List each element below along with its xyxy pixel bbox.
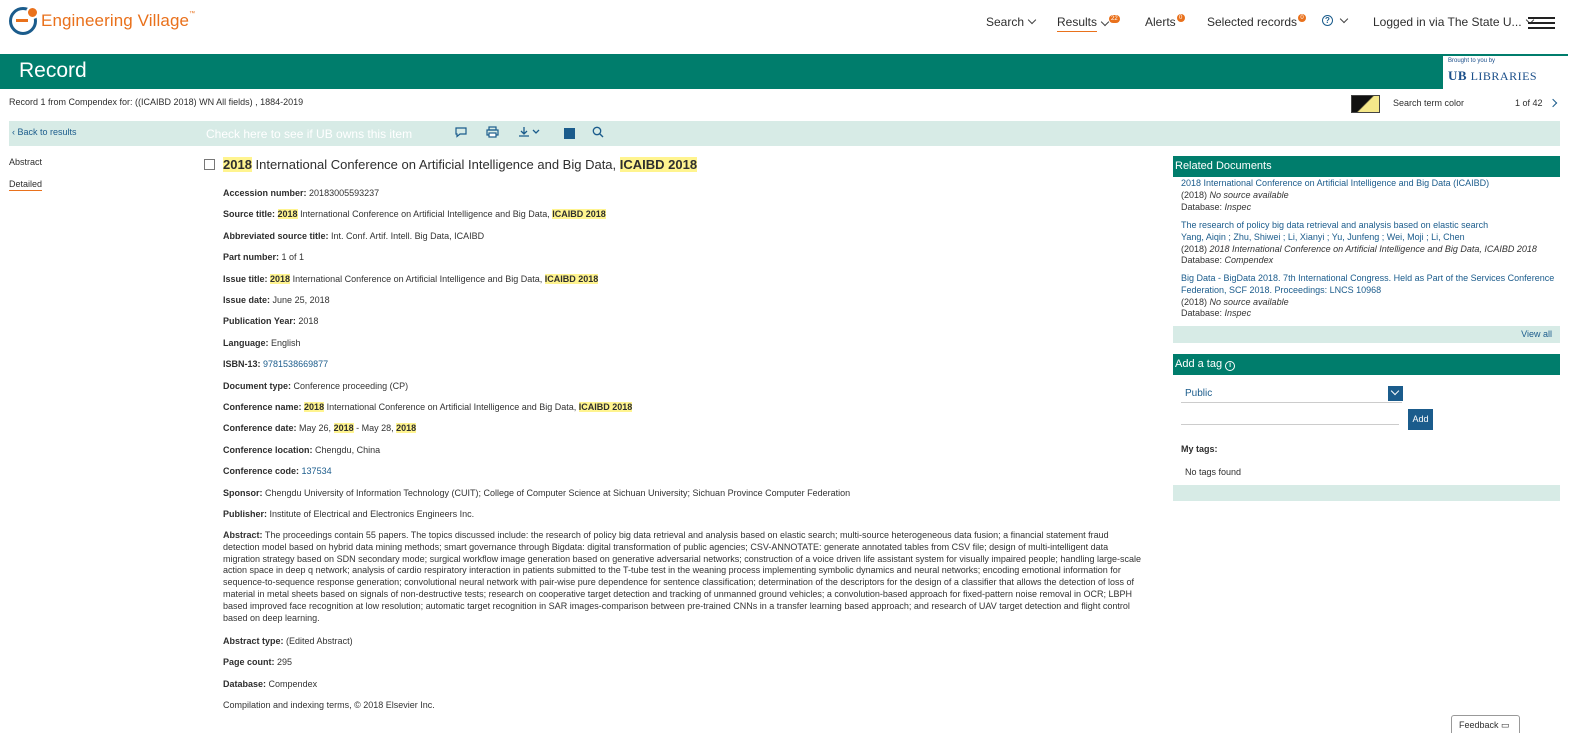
library-brought-text: Brought to you by xyxy=(1448,58,1496,64)
save-folder-icon[interactable] xyxy=(564,128,575,139)
search-icon[interactable] xyxy=(592,126,604,141)
nav-search[interactable]: Search xyxy=(986,15,1037,29)
related-document-title-link[interactable]: The research of policy big data retrieva… xyxy=(1181,220,1488,230)
related-documents-footer: View all xyxy=(1173,326,1560,343)
field-conference-name: Conference name: 2018 International Conf… xyxy=(223,402,633,412)
nav-alerts-label: Alerts xyxy=(1145,15,1176,29)
chevron-down-icon[interactable] xyxy=(1388,386,1403,401)
comment-icon[interactable] xyxy=(455,126,467,141)
nav-help[interactable]: ? xyxy=(1322,14,1349,26)
feedback-button[interactable]: Feedback ▭ xyxy=(1451,715,1520,733)
field-abstract-type: Abstract type: (Edited Abstract) xyxy=(223,636,353,646)
related-document: 2018 International Conference on Artific… xyxy=(1181,178,1490,212)
no-tags-text: No tags found xyxy=(1185,467,1242,477)
field-conference-location: Conference location: Chengdu, China xyxy=(223,445,381,455)
nav-search-label: Search xyxy=(986,15,1025,29)
nav-alerts[interactable]: Alerts 0 xyxy=(1145,13,1185,29)
nav-login[interactable]: Logged in via The State U... xyxy=(1373,15,1534,29)
chevron-down-icon xyxy=(1339,14,1349,23)
record-toolbar: ‹ Back to results Check here to see if U… xyxy=(9,121,1560,146)
related-document-title-link[interactable]: 2018 International Conference on Artific… xyxy=(1181,178,1489,188)
sidebar-item-abstract[interactable]: Abstract xyxy=(9,157,42,167)
nav-results-label: Results xyxy=(1057,15,1098,32)
back-to-results-link[interactable]: ‹ Back to results xyxy=(12,127,77,137)
my-tags-label: My tags: xyxy=(1181,444,1218,454)
record-header: Record xyxy=(0,54,1568,89)
field-document-type: Document type: Conference proceeding (CP… xyxy=(223,381,409,391)
related-documents-heading: Related Documents xyxy=(1173,156,1560,177)
engineering-village-logo-icon xyxy=(9,6,39,35)
print-icon[interactable] xyxy=(486,126,499,141)
search-term-color-label: Search term color xyxy=(1393,98,1465,108)
chevron-down-icon xyxy=(1100,17,1110,26)
nav-login-label: Logged in via The State U... xyxy=(1373,15,1522,29)
help-icon: ? xyxy=(1322,15,1333,26)
selected-count-badge: 0 xyxy=(1298,13,1307,22)
chevron-right-icon[interactable] xyxy=(1548,98,1558,108)
field-issue-date: Issue date: June 25, 2018 xyxy=(223,295,330,305)
field-isbn: ISBN-13: 9781538669877 xyxy=(223,359,329,369)
field-accession-number: Accession number: 20183005593237 xyxy=(223,188,380,198)
record-pager: 1 of 42 xyxy=(1515,98,1543,108)
record-query-line: Record 1 from Compendex for: ((ICAIBD 20… xyxy=(9,97,304,107)
chevron-down-icon xyxy=(1027,15,1037,25)
results-count-badge: 22 xyxy=(1109,15,1120,23)
field-abbreviated-source-title: Abbreviated source title: Int. Conf. Art… xyxy=(223,231,485,241)
download-icon[interactable] xyxy=(518,126,542,141)
info-icon[interactable]: i xyxy=(1225,361,1236,371)
copyright-text: Compilation and indexing terms, © 2018 E… xyxy=(223,700,435,710)
field-conference-date: Conference date: May 26, 2018 - May 28, … xyxy=(223,423,417,433)
nav-results[interactable]: Results 22 xyxy=(1057,15,1120,32)
tag-panel-footer xyxy=(1173,485,1560,501)
field-sponsor: Sponsor: Chengdu University of Informati… xyxy=(223,488,851,498)
field-abstract: Abstract: The proceedings contain 55 pap… xyxy=(223,530,1141,623)
field-publisher: Publisher: Institute of Electrical and E… xyxy=(223,509,475,519)
tag-input[interactable] xyxy=(1181,411,1399,425)
isbn-link[interactable]: 9781538669877 xyxy=(263,359,328,369)
check-ub-link[interactable]: Check here to see if UB owns this item xyxy=(206,127,412,141)
field-part-number: Part number: 1 of 1 xyxy=(223,252,305,262)
field-conference-code: Conference code: 137534 xyxy=(223,466,332,476)
select-record-checkbox[interactable] xyxy=(204,159,215,170)
field-language: Language: English xyxy=(223,338,301,348)
add-tag-button[interactable]: Add xyxy=(1408,409,1433,430)
add-tag-heading: Add a tag i xyxy=(1173,354,1560,375)
related-document-title-link[interactable]: Big Data - BigData 2018. 7th Internation… xyxy=(1181,273,1554,295)
conference-code-link[interactable]: 137534 xyxy=(302,466,332,476)
field-database: Database: Compendex xyxy=(223,679,318,689)
menu-icon[interactable] xyxy=(1528,17,1555,29)
sidebar-item-detailed[interactable]: Detailed xyxy=(9,179,43,191)
nav-selected-records[interactable]: Selected records 0 xyxy=(1207,13,1307,29)
nav-selected-records-label: Selected records xyxy=(1207,15,1298,29)
related-document: Big Data - BigData 2018. 7th Internation… xyxy=(1181,273,1555,319)
field-source-title: Source title: 2018 International Confere… xyxy=(223,209,606,219)
library-logo-text: UB LIBRARIES xyxy=(1448,68,1538,83)
related-document: The research of policy big data retrieva… xyxy=(1181,220,1537,266)
field-page-count: Page count: 295 xyxy=(223,657,293,667)
library-logo[interactable]: Brought to you by UB LIBRARIES xyxy=(1443,56,1568,89)
view-all-link[interactable]: View all xyxy=(1521,329,1552,339)
field-issue-title: Issue title: 2018 International Conferen… xyxy=(223,274,599,284)
logo-text: Engineering Village™ xyxy=(41,11,196,30)
search-term-color-picker[interactable] xyxy=(1351,95,1380,113)
related-document-authors-link[interactable]: Yang, Aiqin ; Zhu, Shiwei ; Li, Xianyi ;… xyxy=(1181,232,1465,242)
field-publication-year: Publication Year: 2018 xyxy=(223,316,319,326)
tag-visibility-select[interactable]: Public xyxy=(1181,385,1402,403)
page-title: Record xyxy=(19,59,87,82)
alerts-count-badge: 0 xyxy=(1176,13,1185,22)
record-title: 2018 International Conference on Artific… xyxy=(223,157,698,172)
logo[interactable]: Engineering Village™ xyxy=(9,6,196,35)
top-navigation: Engineering Village™ Search Results 22 Al… xyxy=(0,0,1582,54)
